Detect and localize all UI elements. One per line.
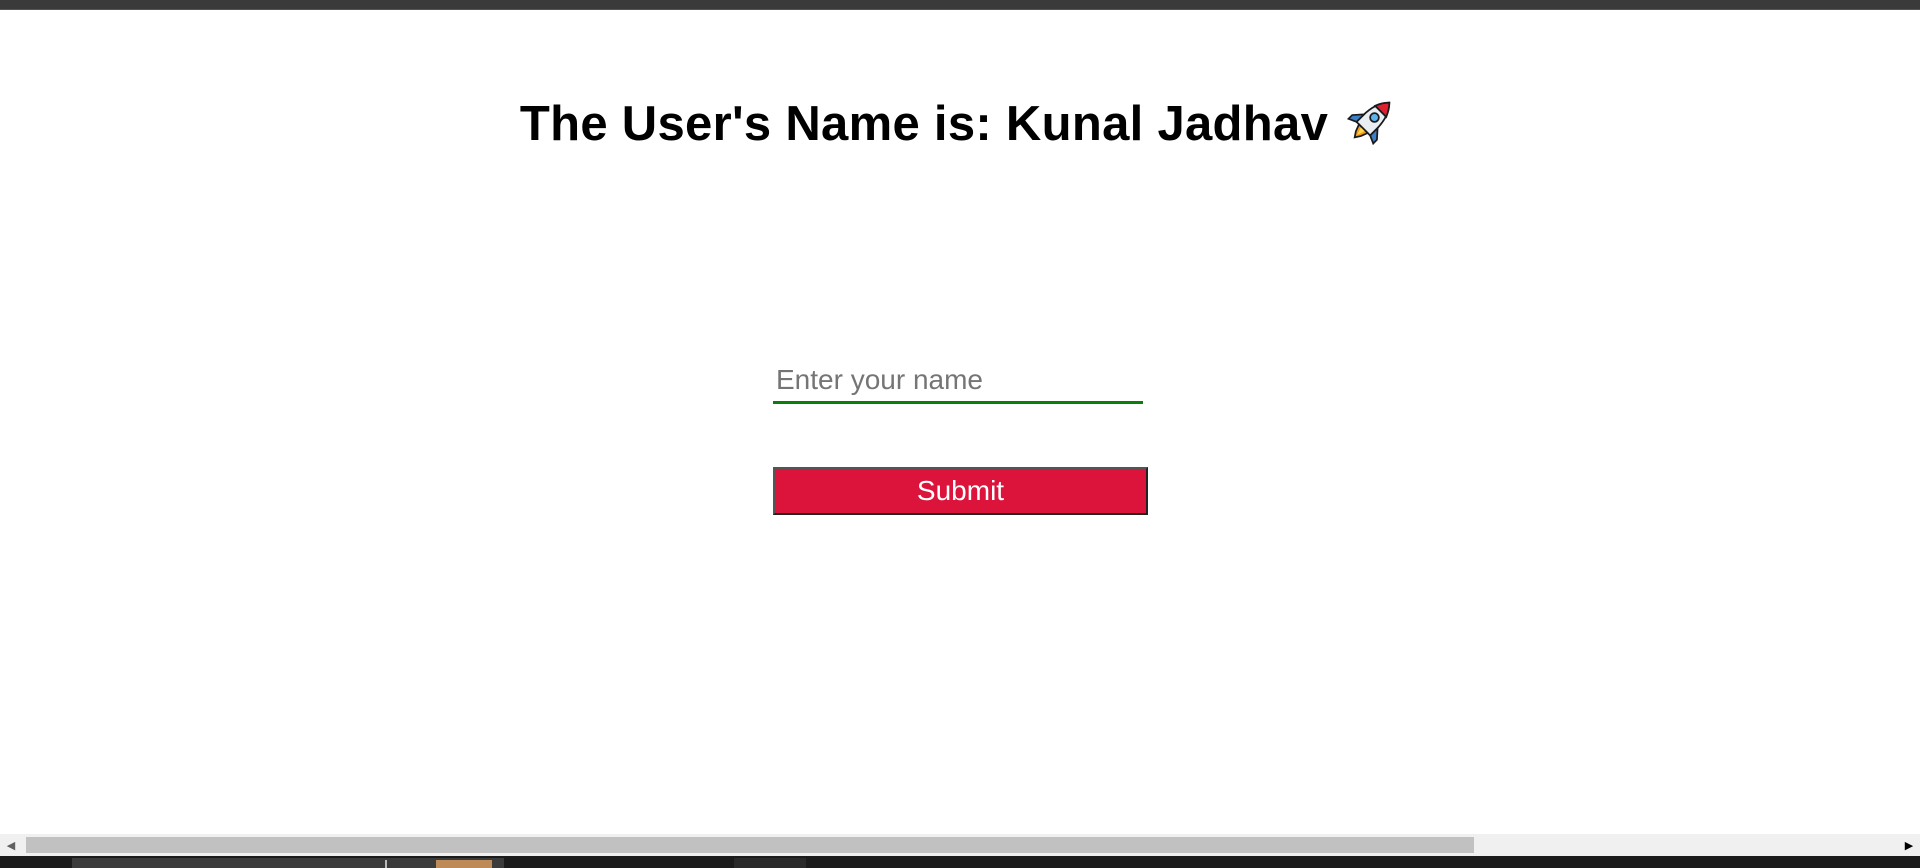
page-heading: The User's Name is: Kunal Jadhav xyxy=(0,92,1920,154)
window-top-border xyxy=(0,0,1920,10)
taskbar xyxy=(0,856,1920,868)
heading-text: The User's Name is: Kunal Jadhav xyxy=(519,97,1329,151)
submit-button[interactable]: Submit xyxy=(773,467,1148,515)
taskbar-window-item[interactable] xyxy=(734,858,806,868)
taskbar-app-icon xyxy=(436,860,492,868)
scroll-left-arrow-icon[interactable]: ◀ xyxy=(0,834,22,856)
taskbar-app-icon xyxy=(385,860,401,868)
scrollbar-thumb[interactable] xyxy=(26,837,1474,853)
name-input[interactable] xyxy=(773,358,1143,404)
scroll-right-arrow-icon[interactable]: ▶ xyxy=(1898,834,1920,856)
rocket-icon xyxy=(1344,92,1400,148)
page-viewport: The User's Name is: Kunal Jadhav Submit xyxy=(0,10,1920,834)
horizontal-scrollbar[interactable]: ◀ ▶ xyxy=(0,834,1920,856)
